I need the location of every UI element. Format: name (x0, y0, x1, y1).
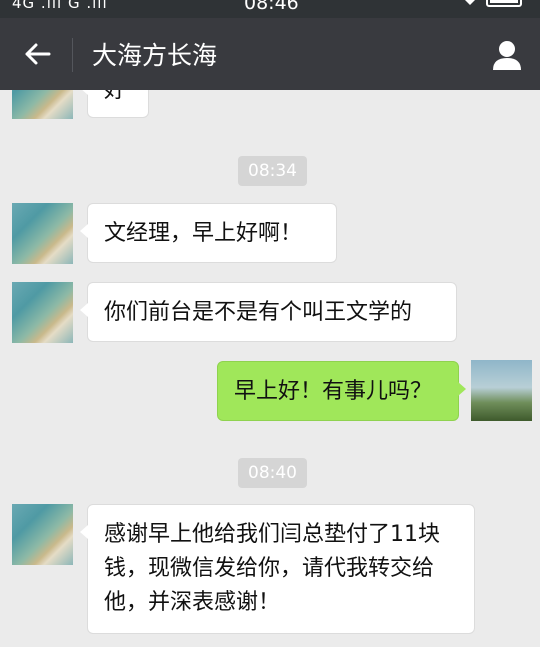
message-text: 文经理，早上好啊！ (104, 221, 303, 246)
message-text: 你们前台是不是有个叫王文学的 (104, 300, 413, 325)
message-bubble-incoming[interactable]: 你们前台是不是有个叫王文学的 (80, 282, 457, 342)
message-bubble-outgoing[interactable]: 早上好！有事儿吗？ (217, 361, 466, 421)
message-bubble-incoming[interactable]: 文经理，早上好啊！ (80, 203, 337, 263)
message-text: 早上好！有事儿吗？ (234, 379, 433, 404)
chat-title: 大海方长海 (92, 41, 218, 70)
message-text: 好 (104, 90, 127, 103)
status-bar: 4G .ıll G .ıll 08:46 (0, 0, 540, 18)
message-timestamp: 08:40 (238, 458, 307, 488)
person-icon (493, 41, 521, 70)
chat-header: 大海方长海 (0, 18, 540, 90)
message-timestamp: 08:34 (238, 156, 307, 186)
network-signal: 4G .ıll G .ıll (12, 0, 108, 12)
battery-icon (486, 0, 522, 7)
message-text: 感谢早上他给我们闫总垫付了11块钱，现微信发给你，请代我转交给他，并深表感谢！ (104, 522, 440, 615)
chat-info-button[interactable] (484, 32, 530, 78)
contact-avatar[interactable] (12, 203, 73, 264)
back-button[interactable] (12, 30, 62, 78)
wifi-icon (458, 0, 482, 11)
message-bubble-incoming[interactable]: 感谢早上他给我们闫总垫付了11块钱，现微信发给你，请代我转交给他，并深表感谢！ (80, 504, 475, 634)
chat-area[interactable]: 好 08:34 文经理，早上好啊！ 你们前台是不是有个叫王文学的 早上好！有事儿… (0, 90, 540, 647)
contact-avatar[interactable] (12, 90, 73, 119)
message-bubble-incoming[interactable]: 好 (80, 90, 149, 118)
arrow-left-icon (25, 43, 51, 65)
contact-avatar[interactable] (12, 282, 73, 343)
user-avatar[interactable] (471, 360, 532, 421)
contact-avatar[interactable] (12, 504, 73, 565)
header-divider (72, 38, 73, 72)
status-time: 08:46 (244, 0, 299, 14)
